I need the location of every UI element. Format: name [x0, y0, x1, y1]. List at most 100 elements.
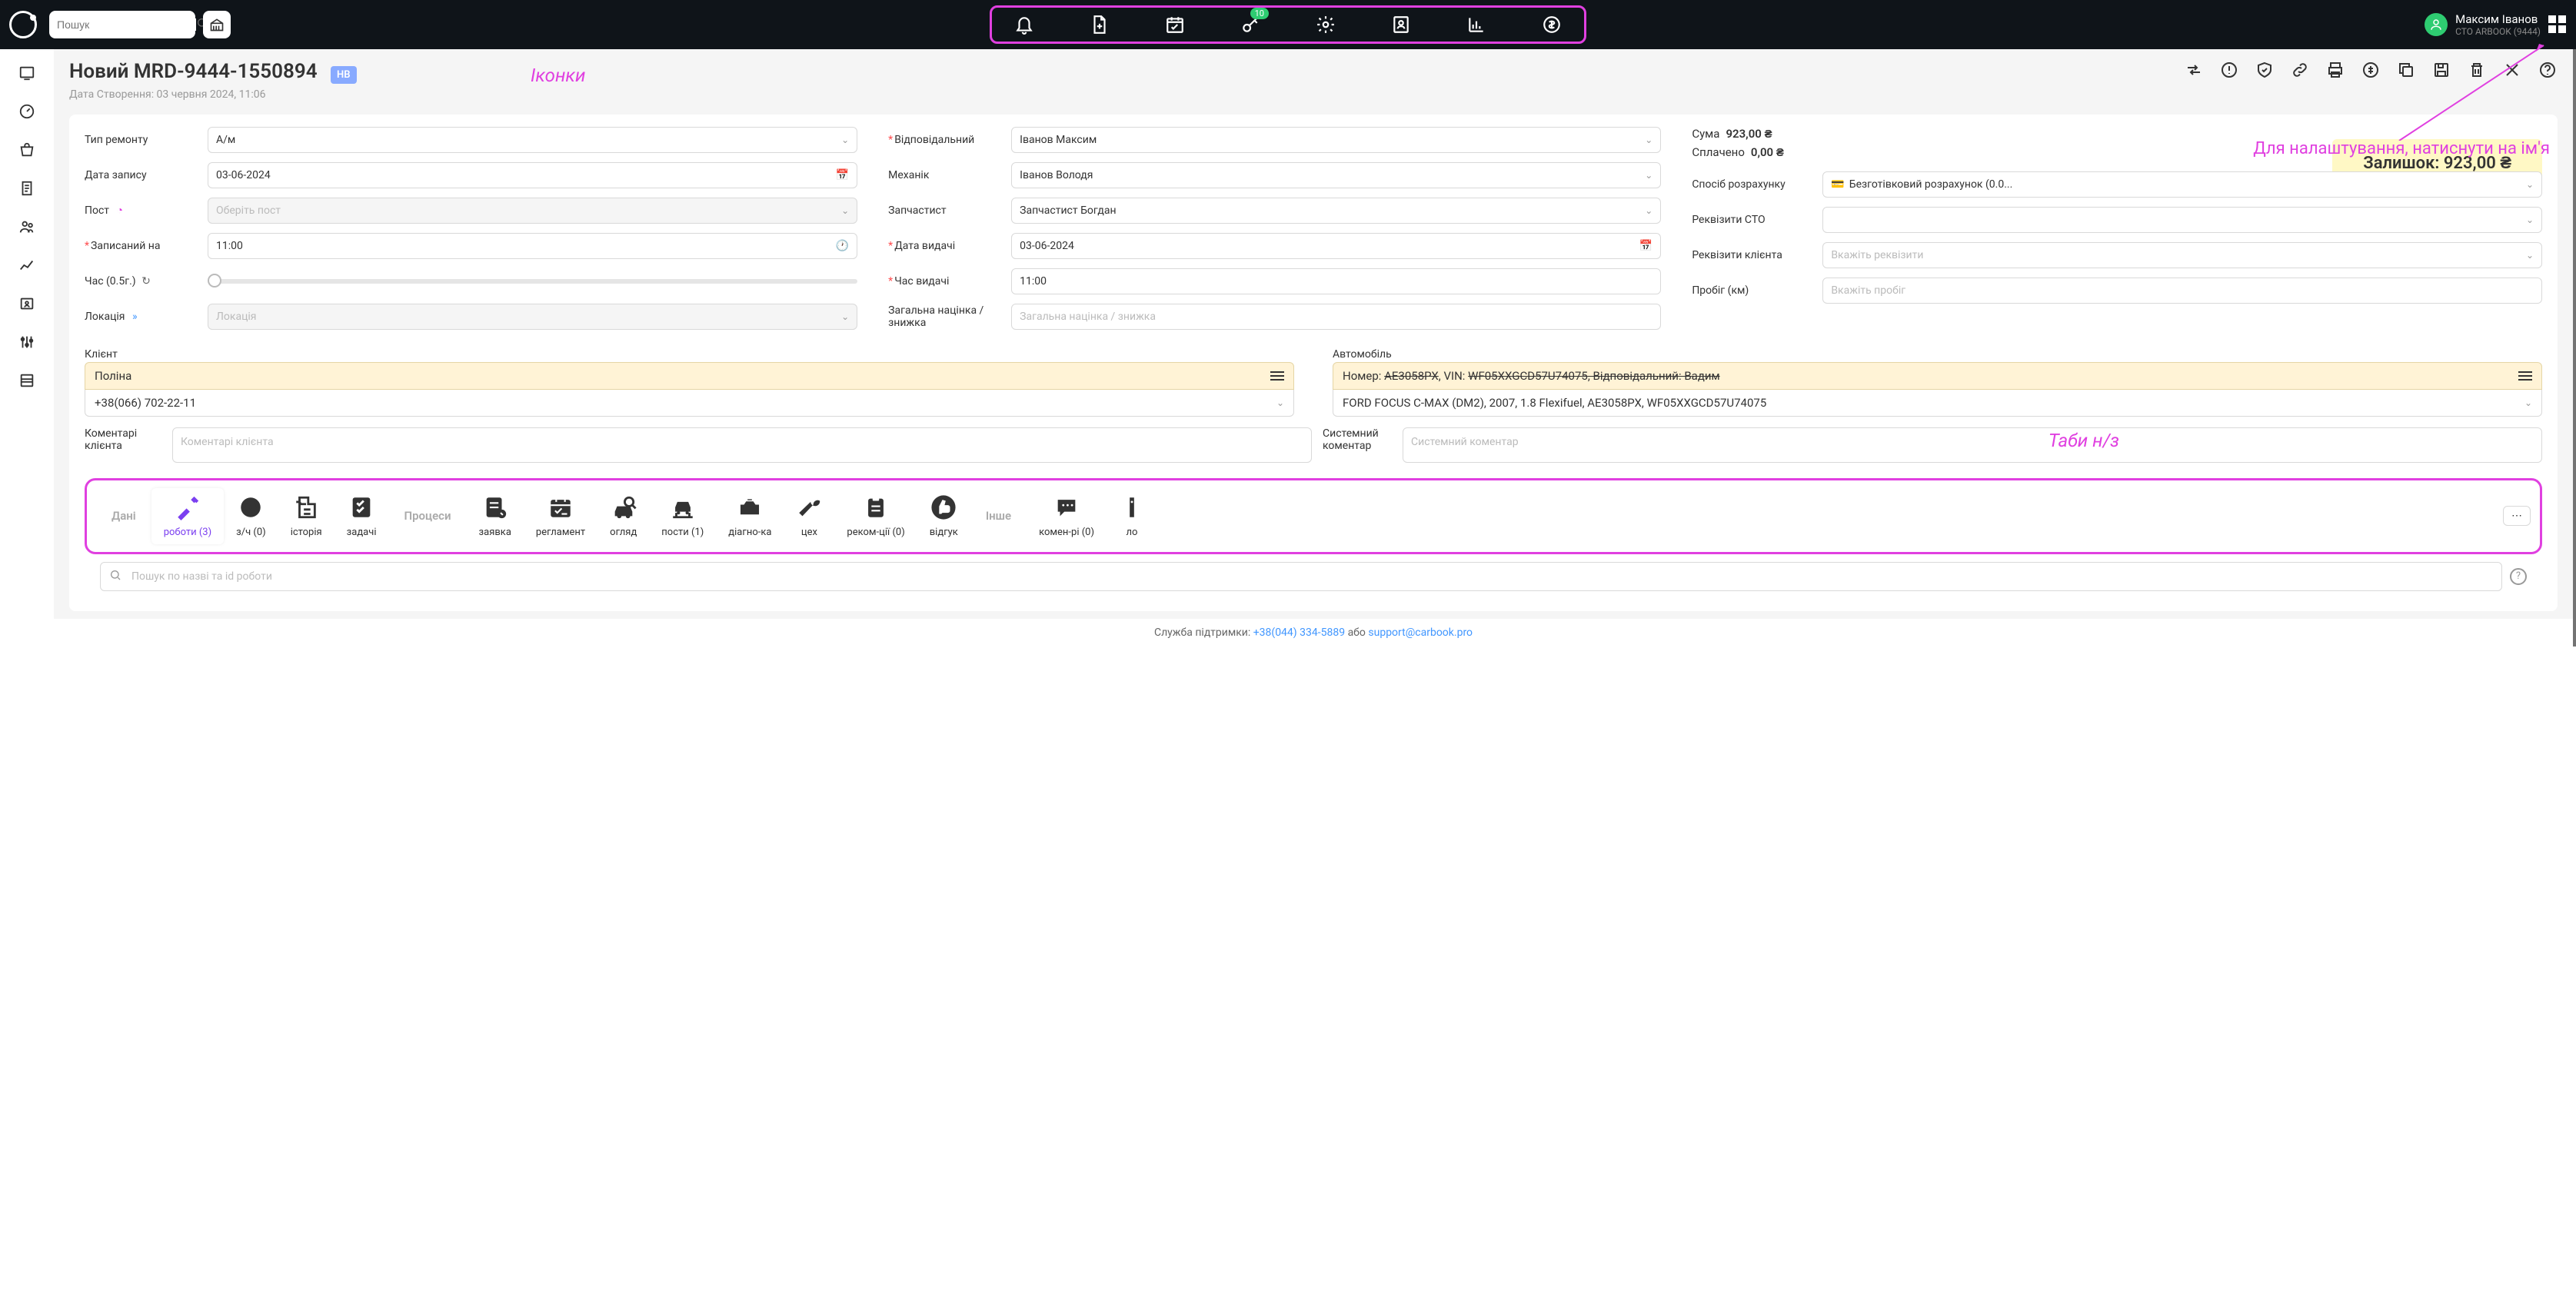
- mileage-placeholder: Вкажіть пробіг: [1831, 284, 1905, 297]
- support-phone[interactable]: +38(044) 334-5889: [1253, 627, 1345, 639]
- app-logo[interactable]: [9, 11, 37, 38]
- bell-icon[interactable]: [1013, 14, 1035, 35]
- release-date-input[interactable]: 03-06-2024 📅: [1011, 233, 1661, 259]
- search-box[interactable]: [49, 11, 195, 38]
- mileage-input[interactable]: Вкажіть пробіг: [1822, 278, 2542, 304]
- payment-method-label: Спосіб розрахунку: [1692, 178, 1822, 191]
- duration-slider[interactable]: [208, 279, 857, 284]
- tab-feedback[interactable]: відгук: [917, 488, 970, 544]
- tab-tasks[interactable]: задачі: [334, 488, 389, 544]
- tab-parts[interactable]: з/ч (0): [224, 488, 278, 544]
- annotation-tabs: Таби н/з: [2048, 430, 2119, 451]
- sto-req-select[interactable]: ⌄: [1822, 207, 2542, 233]
- analytics-icon[interactable]: [18, 257, 35, 274]
- tab-reglament[interactable]: регламент: [524, 488, 597, 544]
- user-sub: CTO ARBOOK (9444): [2455, 26, 2541, 37]
- location-placeholder: Локація: [216, 311, 256, 323]
- tab-posts[interactable]: пости (1): [649, 488, 716, 544]
- new-document-icon[interactable]: [1089, 14, 1110, 35]
- responsible-select[interactable]: Іванов Максим ⌄: [1011, 127, 1661, 153]
- mechanic-select[interactable]: Іванов Володя ⌄: [1011, 162, 1661, 188]
- tab-works[interactable]: роботи (3): [151, 488, 224, 544]
- copy-icon[interactable]: [2396, 60, 2416, 80]
- client-req-select[interactable]: Вкажіть реквізити ⌄: [1822, 242, 2542, 268]
- print-icon[interactable]: [2325, 60, 2345, 80]
- post-placeholder: Оберіть пост: [216, 204, 281, 217]
- type-value: А/м: [216, 134, 235, 146]
- swap-icon[interactable]: [2184, 60, 2204, 80]
- calendar-check-icon[interactable]: [1164, 14, 1186, 35]
- payment-icon[interactable]: [2361, 60, 2381, 80]
- link-icon[interactable]: [2290, 60, 2310, 80]
- delete-icon[interactable]: [2467, 60, 2487, 80]
- chevron-down-icon: ⌄: [1645, 135, 1652, 145]
- post-select[interactable]: Оберіть пост ⌄: [208, 198, 857, 224]
- tab-workshop[interactable]: цех: [784, 488, 834, 544]
- client-box[interactable]: Поліна: [85, 362, 1294, 390]
- brake-icon: [238, 494, 264, 520]
- tab-logs[interactable]: ло: [1107, 488, 1157, 544]
- recorded-label: *Записаний на: [85, 240, 208, 252]
- sliders-icon[interactable]: [18, 334, 35, 351]
- recorded-input[interactable]: 11:00 🕐: [208, 233, 857, 259]
- shield-check-icon[interactable]: [2255, 60, 2275, 80]
- sub-search-input[interactable]: Пошук по назві та id роботи: [100, 562, 2502, 591]
- vehicle-box[interactable]: Номер: АЕ3058РХ, VIN: WF05XXGCD57U74075,…: [1333, 362, 2542, 390]
- vehicle-select[interactable]: FORD FOCUS C-MAX (DM2), 2007, 1.8 Flexif…: [1333, 390, 2542, 417]
- search-icon: [109, 569, 121, 584]
- vehicle-detail: FORD FOCUS C-MAX (DM2), 2007, 1.8 Flexif…: [1343, 396, 1766, 410]
- tab-request[interactable]: заявка: [467, 488, 524, 544]
- chevron-down-icon: ⌄: [1645, 205, 1652, 216]
- more-tabs-button[interactable]: ⋯: [2503, 506, 2531, 526]
- release-time-input[interactable]: 11:00: [1011, 268, 1661, 294]
- tab-inspection[interactable]: огляд: [597, 488, 649, 544]
- help-icon[interactable]: [2538, 60, 2558, 80]
- hamburger-icon[interactable]: [1270, 371, 1284, 381]
- gauge-icon[interactable]: [18, 103, 35, 120]
- mileage-label: Пробіг (км): [1692, 284, 1822, 297]
- apps-grid-icon[interactable]: [2548, 15, 2567, 34]
- tab-recommendations[interactable]: реком-ції (0): [834, 488, 917, 544]
- system-comment-input[interactable]: Системний коментар: [1403, 427, 2542, 463]
- parts-select[interactable]: Запчастист Богдан ⌄: [1011, 198, 1661, 224]
- client-req-placeholder: Вкажіть реквізити: [1831, 249, 1923, 261]
- warning-icon[interactable]: [2219, 60, 2239, 80]
- employees-icon[interactable]: [18, 295, 35, 312]
- tab-history[interactable]: історія: [278, 488, 334, 544]
- location-select[interactable]: Локація ⌄: [208, 304, 857, 330]
- chart-icon[interactable]: [1466, 14, 1487, 35]
- type-select[interactable]: А/м ⌄: [208, 127, 857, 153]
- people-icon[interactable]: [18, 218, 35, 235]
- dashboard-icon[interactable]: [18, 65, 35, 81]
- user-section[interactable]: Максим Іванов CTO ARBOOK (9444): [2425, 12, 2567, 37]
- shop-icon[interactable]: [18, 141, 35, 158]
- close-icon[interactable]: [2502, 60, 2522, 80]
- receipt-icon[interactable]: [18, 180, 35, 197]
- chevron-down-icon: ⌄: [2526, 179, 2534, 190]
- contacts-icon[interactable]: [1390, 14, 1412, 35]
- tab-diagnostics[interactable]: діагно-ка: [716, 488, 784, 544]
- user-name: Максим Іванов: [2455, 12, 2541, 26]
- date-input[interactable]: 03-06-2024 📅: [208, 162, 857, 188]
- release-date-label: *Дата видачі: [888, 240, 1011, 252]
- tab-section-processes: Процеси: [388, 509, 466, 523]
- content-card: Для налаштування, натиснути на ім'я Тип …: [69, 115, 2558, 611]
- settings-icon[interactable]: [1315, 14, 1336, 35]
- client-phone-select[interactable]: +38(066) 702-22-11 ⌄: [85, 390, 1294, 417]
- list-icon[interactable]: [18, 372, 35, 389]
- tab-comments[interactable]: комен-рі (0): [1027, 488, 1107, 544]
- client-comment-input[interactable]: Коментарі клієнта: [172, 427, 1312, 463]
- help-icon[interactable]: ?: [2510, 568, 2527, 585]
- markup-input[interactable]: Загальна націнка / знижка: [1011, 304, 1661, 330]
- responsible-label: *Відповідальний: [888, 134, 1011, 146]
- wallet-icon: 💳: [1831, 178, 1844, 191]
- money-icon[interactable]: [1541, 14, 1563, 35]
- archive-button[interactable]: [203, 11, 231, 38]
- payment-method-select[interactable]: 💳 Безготівковий розрахунок (0.0... ⌄: [1822, 171, 2542, 198]
- search-input[interactable]: [57, 18, 196, 31]
- support-email[interactable]: support@carbook.pro: [1368, 627, 1473, 639]
- key-icon[interactable]: 10: [1240, 14, 1261, 35]
- save-icon[interactable]: [2431, 60, 2451, 80]
- payment-value: Безготівковий розрахунок (0.0...: [1849, 178, 2013, 191]
- hamburger-icon[interactable]: [2518, 371, 2532, 381]
